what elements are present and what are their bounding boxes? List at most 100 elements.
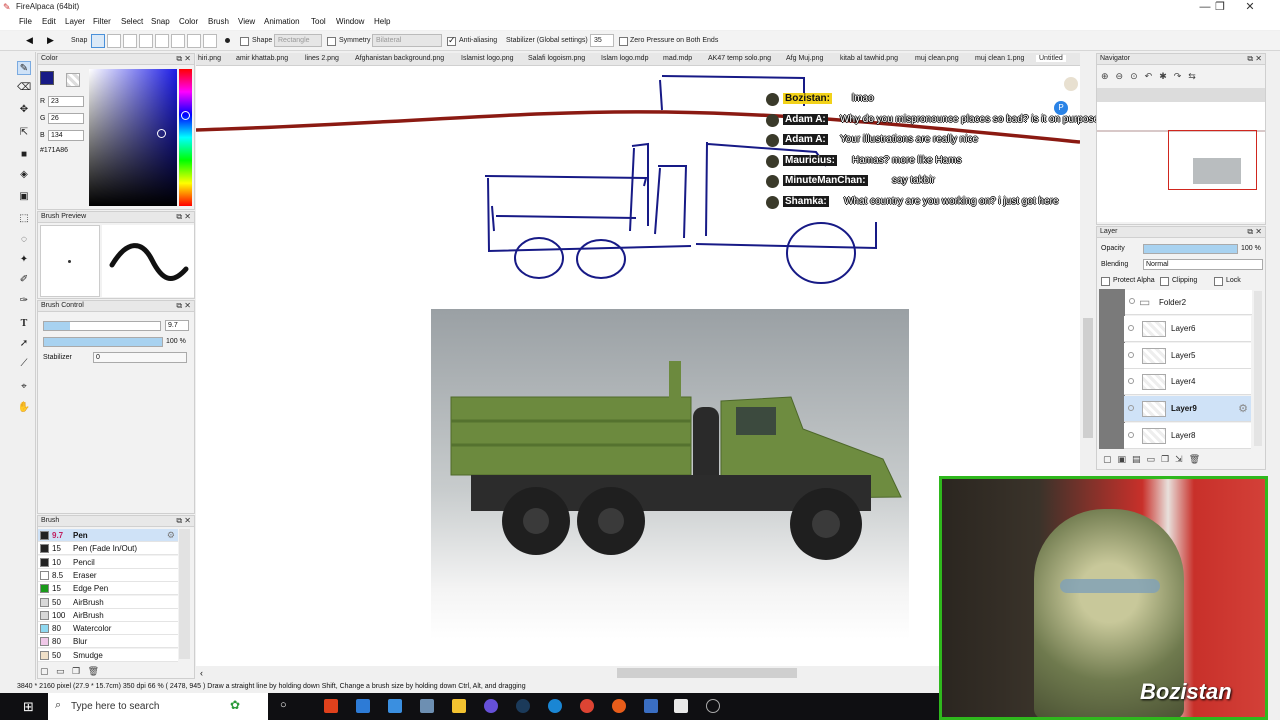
flip-icon[interactable]: ⇆ <box>1188 71 1203 81</box>
snap-parallel-button[interactable] <box>107 34 121 48</box>
tab-amir-khattab[interactable]: amir khattab.png <box>236 55 288 62</box>
chrome-icon[interactable] <box>580 699 594 713</box>
task-view-icon[interactable]: ○ <box>280 699 287 711</box>
navigator-close-icon[interactable]: ⧉ ✕ <box>1247 54 1262 64</box>
menu-brush[interactable]: Brush <box>208 17 229 26</box>
divide-tool-icon[interactable]: ⟋ <box>17 357 31 371</box>
menu-window[interactable]: Window <box>336 17 364 26</box>
brush-list-scrollbar[interactable] <box>179 529 190 659</box>
brush-item[interactable]: 15 Pen (Fade In/Out) <box>38 542 178 556</box>
brush-item[interactable]: 8.5 Eraser <box>38 568 178 582</box>
zoom-out-icon[interactable]: ⊖ <box>1116 71 1131 81</box>
brush-item[interactable]: 100 AirBrush <box>38 608 178 622</box>
brush-item[interactable]: 80 Blur <box>38 635 178 649</box>
tab-muj-clean[interactable]: muj clean.png <box>915 55 959 62</box>
layer-visibility-icon[interactable] <box>1128 431 1134 438</box>
new-folder-icon[interactable]: ▭ <box>1147 454 1162 464</box>
snap-vanish-button[interactable] <box>139 34 153 48</box>
tab-untitled[interactable]: Untitled <box>1036 55 1066 62</box>
gradient-tool-icon[interactable]: ▣ <box>17 190 31 204</box>
next-frame-icon[interactable]: ▶ <box>47 35 54 46</box>
secondary-color-swatch[interactable] <box>66 73 80 87</box>
primary-color-swatch[interactable] <box>40 71 54 85</box>
tab-hiri[interactable]: hiri.png <box>198 55 221 62</box>
layer-visibility-icon[interactable] <box>1128 405 1134 412</box>
canvas-horizontal-scrollbar[interactable] <box>617 668 797 678</box>
select-tool-icon[interactable]: ⬚ <box>17 212 31 226</box>
app-icon-blue[interactable] <box>644 699 658 713</box>
photos-icon[interactable] <box>420 699 434 713</box>
brush-item[interactable]: 50 Smudge <box>38 648 178 662</box>
duplicate-brush-icon[interactable]: ❐ <box>72 666 80 676</box>
tab-afghanistan-background[interactable]: Afghanistan background.png <box>355 55 444 62</box>
prev-frame-icon[interactable]: ◀ <box>26 35 33 46</box>
tab-islamist-logo[interactable]: Islamist logo.png <box>461 55 514 62</box>
layer-opacity-slider[interactable] <box>1143 244 1238 254</box>
snap-circle-button[interactable] <box>171 34 185 48</box>
b-field[interactable]: 134 <box>48 130 84 141</box>
brush-control-close-icon[interactable]: ⧉ ✕ <box>176 301 191 311</box>
menu-help[interactable]: Help <box>374 17 390 26</box>
tab-islam-logo[interactable]: Islam logo.mdp <box>601 55 648 62</box>
symmetry-select[interactable]: Bilateral <box>372 34 442 47</box>
blending-select[interactable]: Normal <box>1143 259 1263 270</box>
layer-row[interactable]: Layer9 ⚙ <box>1124 396 1251 423</box>
text-tool-icon[interactable]: T <box>17 317 31 331</box>
tab-kitab-al-tawhid[interactable]: kitab al tawhid.png <box>840 55 898 62</box>
obs-icon[interactable] <box>706 699 720 713</box>
shape-checkbox[interactable] <box>240 37 249 46</box>
new-layer-icon[interactable]: ▢ <box>1103 454 1118 464</box>
delete-brush-icon[interactable]: 🗑 <box>88 666 99 676</box>
brush-item[interactable]: 9.7 Pen ⚙ <box>38 529 178 542</box>
navigator-preview[interactable] <box>1097 102 1265 222</box>
taskbar-search-box[interactable]: ⌕ Type here to search ✿ <box>48 693 268 720</box>
brush-settings-icon[interactable]: ⚙ <box>167 530 175 541</box>
menu-layer[interactable]: Layer <box>65 17 85 26</box>
r-field[interactable]: 23 <box>48 96 84 107</box>
menu-view[interactable]: View <box>238 17 255 26</box>
layer-row[interactable]: Layer8 <box>1124 422 1251 449</box>
layer-row[interactable]: Layer4 <box>1124 369 1251 396</box>
windows-start-icon[interactable]: ⊞ <box>23 699 34 715</box>
new-1bit-layer-icon[interactable]: ▤ <box>1132 454 1147 464</box>
discord-icon[interactable] <box>484 699 498 713</box>
firealpaca-taskbar-icon[interactable] <box>674 699 688 713</box>
folder-visibility-icon[interactable] <box>1129 298 1135 304</box>
layer-row[interactable]: Layer6 <box>1124 316 1251 342</box>
g-field[interactable]: 26 <box>48 113 84 124</box>
clipping-checkbox[interactable] <box>1160 277 1169 286</box>
select-eraser-tool-icon[interactable]: ✑ <box>17 294 31 308</box>
rotate-right-icon[interactable]: ↷ <box>1174 71 1189 81</box>
protect-alpha-checkbox[interactable] <box>1101 277 1110 286</box>
snap-curve-button[interactable] <box>187 34 201 48</box>
brush-size-slider[interactable] <box>43 321 161 331</box>
layer-list-scrollbar[interactable] <box>1254 291 1262 446</box>
tab-mad[interactable]: mad.mdp <box>663 55 692 62</box>
eyedropper-tool-icon[interactable]: ⌖ <box>17 380 31 394</box>
close-button[interactable]: ✕ <box>1235 0 1265 15</box>
brush-panel-close-icon[interactable]: ⧉ ✕ <box>176 516 191 526</box>
scroll-left-icon[interactable]: ‹ <box>200 668 203 678</box>
zoom-fit-icon[interactable]: ⊙ <box>1130 71 1145 81</box>
lock-checkbox[interactable] <box>1214 277 1223 286</box>
fill-tool-icon[interactable]: ■ <box>17 148 31 162</box>
menu-select[interactable]: Select <box>121 17 143 26</box>
file-explorer-icon[interactable] <box>452 699 466 713</box>
steam-icon[interactable] <box>516 699 530 713</box>
zoom-in-icon[interactable]: ⊕ <box>1101 71 1116 81</box>
rotate-left-icon[interactable]: ↶ <box>1145 71 1160 81</box>
symmetry-checkbox[interactable] <box>327 37 336 46</box>
store-icon[interactable] <box>388 699 402 713</box>
tab-salafi-logoism[interactable]: Salafi logoism.png <box>528 55 585 62</box>
tab-afg-muj[interactable]: Afg Muj.png <box>786 55 823 62</box>
menu-color[interactable]: Color <box>179 17 198 26</box>
canvas-vertical-scrollbar[interactable] <box>1083 318 1093 438</box>
brush-opacity-slider[interactable] <box>43 337 163 347</box>
bucket-tool-icon[interactable]: ◈ <box>17 168 31 182</box>
brush-item[interactable]: 80 Watercolor <box>38 622 178 636</box>
eraser-tool-icon[interactable]: ⌫ <box>17 81 31 95</box>
delete-layer-icon[interactable]: 🗑 <box>1189 454 1206 464</box>
tab-lines-2[interactable]: lines 2.png <box>305 55 339 62</box>
brush-stabilizer-select[interactable]: 0 <box>93 352 187 363</box>
add-brush-icon[interactable]: ▢ <box>40 666 49 676</box>
